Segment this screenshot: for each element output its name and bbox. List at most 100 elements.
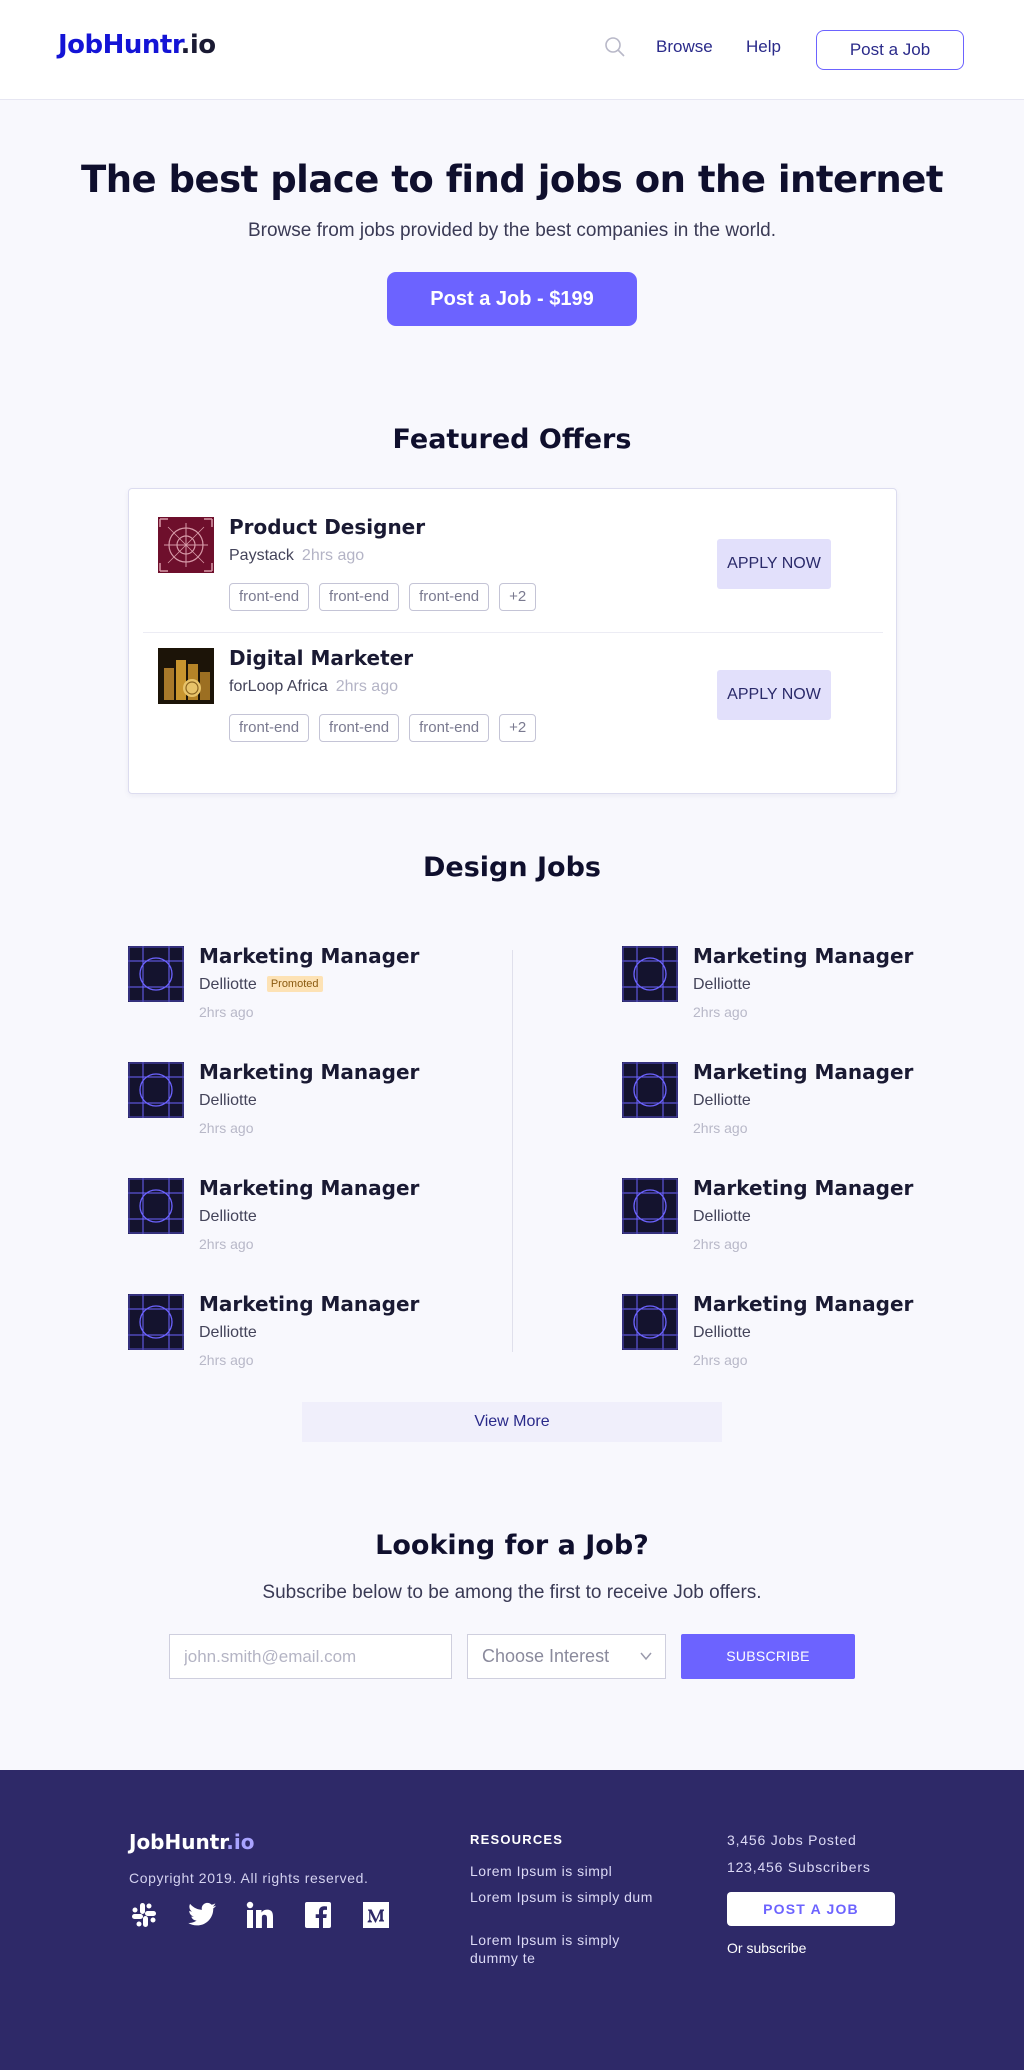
job-time: 2hrs ago [693, 1004, 748, 1020]
offer-time: 2hrs ago [335, 678, 398, 695]
slack-icon[interactable] [129, 1900, 159, 1930]
apply-now-button[interactable]: APPLY NOW [717, 670, 831, 720]
hero-post-job-button[interactable]: Post a Job - $199 [387, 272, 637, 326]
view-more-button[interactable]: View More [302, 1402, 722, 1442]
job-company-name: Delliotte [693, 1324, 751, 1341]
job-time: 2hrs ago [199, 1120, 254, 1136]
resource-link[interactable]: Lorem Ipsum is simply dum [470, 1888, 660, 1906]
job-time: 2hrs ago [199, 1236, 254, 1252]
paystack-logo [158, 517, 214, 573]
featured-offers-card: Product Designer Paystack 2hrs ago front-… [128, 488, 897, 794]
or-subscribe-link[interactable]: Or subscribe [727, 1940, 806, 1956]
logo-main: JobHuntr [58, 30, 181, 60]
job-time: 2hrs ago [199, 1352, 254, 1368]
jobs-posted-stat: 3,456 Jobs Posted [727, 1832, 857, 1848]
job-company-name: Delliotte [693, 1208, 751, 1225]
footer-post-job-button[interactable]: POST A JOB [727, 1892, 895, 1926]
job-company-name: Delliotte [693, 976, 751, 993]
tag[interactable]: front-end [229, 583, 310, 611]
job-company: Delliotte [693, 1324, 751, 1342]
job-listing[interactable]: Marketing Manager Delliotte 2hrs ago [128, 1176, 428, 1278]
nav-help-link[interactable]: Help [746, 37, 781, 57]
job-time: 2hrs ago [693, 1120, 748, 1136]
job-title[interactable]: Marketing Manager [199, 1292, 419, 1316]
site-footer: JobHuntr.io Copyright 2019. All rights r… [0, 1770, 1024, 2070]
job-listing[interactable]: Marketing Manager Delliotte 2hrs ago [128, 1292, 428, 1394]
tag[interactable]: front-end [409, 583, 490, 611]
tag[interactable]: front-end [229, 714, 310, 742]
company-logo [622, 1062, 678, 1118]
company-logo [128, 1294, 184, 1350]
company-logo [622, 946, 678, 1002]
chevron-down-icon [640, 1652, 652, 1661]
job-listing[interactable]: Marketing Manager Delliotte 2hrs ago [622, 1292, 922, 1394]
company-logo [622, 1294, 678, 1350]
job-company-name: Delliotte [199, 976, 257, 993]
job-title[interactable]: Marketing Manager [199, 1176, 419, 1200]
interest-select[interactable]: Choose Interest [467, 1634, 666, 1679]
job-listing[interactable]: Marketing Manager Delliotte 2hrs ago [622, 944, 922, 1046]
social-links [129, 1900, 391, 1930]
footer-logo[interactable]: JobHuntr.io [129, 1830, 255, 1854]
job-company: Delliotte [199, 1092, 257, 1110]
header-post-job-button[interactable]: Post a Job [816, 30, 964, 70]
copyright: Copyright 2019. All rights reserved. [129, 1870, 369, 1886]
tag[interactable]: front-end [409, 714, 490, 742]
offer-company-name: Paystack [229, 547, 294, 564]
company-logo [622, 1178, 678, 1234]
email-field[interactable] [169, 1634, 452, 1679]
job-company-name: Delliotte [199, 1092, 257, 1109]
subscribe-button[interactable]: SUBSCRIBE [681, 1634, 855, 1679]
search-icon[interactable] [604, 36, 626, 58]
apply-now-button[interactable]: APPLY NOW [717, 539, 831, 589]
tag[interactable]: front-end [319, 583, 400, 611]
offer-tags: front-end front-end front-end +2 [229, 714, 537, 742]
logo-suffix: .io [180, 30, 216, 60]
job-company: Delliotte [693, 1092, 751, 1110]
job-company-name: Delliotte [199, 1324, 257, 1341]
company-logo [128, 1178, 184, 1234]
column-divider [512, 950, 513, 1352]
interest-select-label: Choose Interest [482, 1646, 610, 1666]
job-time: 2hrs ago [693, 1352, 748, 1368]
job-title[interactable]: Marketing Manager [693, 1176, 913, 1200]
promoted-badge: Promoted [266, 976, 323, 992]
job-title[interactable]: Marketing Manager [693, 1292, 913, 1316]
subscribe-title: Looking for a Job? [375, 1530, 649, 1561]
offer-tags: front-end front-end front-end +2 [229, 583, 537, 611]
job-listing[interactable]: Marketing Manager Delliotte 2hrs ago [622, 1176, 922, 1278]
medium-icon[interactable] [361, 1900, 391, 1930]
linkedin-icon[interactable] [245, 1900, 275, 1930]
featured-offer: Digital Marketer forLoop Africa 2hrs ago … [129, 620, 898, 750]
hero-title: The best place to find jobs on the inter… [80, 158, 944, 201]
more-tags[interactable]: +2 [499, 714, 537, 742]
job-title[interactable]: Marketing Manager [693, 1060, 913, 1084]
job-listing[interactable]: Marketing Manager Delliotte 2hrs ago [622, 1060, 922, 1162]
job-time: 2hrs ago [199, 1004, 254, 1020]
offer-title[interactable]: Digital Marketer [229, 646, 413, 670]
job-title[interactable]: Marketing Manager [693, 944, 913, 968]
tag[interactable]: front-end [319, 714, 400, 742]
site-header: JobHuntr.io Browse Help Post a Job [0, 0, 1024, 100]
job-title[interactable]: Marketing Manager [199, 1060, 419, 1084]
twitter-icon[interactable] [187, 1900, 217, 1930]
footer-logo-main: JobHuntr [129, 1830, 227, 1854]
resource-link[interactable]: Lorem Ipsum is simply dummy te [470, 1931, 660, 1967]
hero-subtitle: Browse from jobs provided by the best co… [247, 220, 777, 241]
resources-title: RESOURCES [470, 1832, 564, 1847]
offer-company: Paystack 2hrs ago [229, 547, 364, 565]
job-company-name: Delliotte [199, 1208, 257, 1225]
job-listing[interactable]: Marketing Manager Delliotte 2hrs ago [128, 1060, 428, 1162]
more-tags[interactable]: +2 [499, 583, 537, 611]
site-logo[interactable]: JobHuntr.io [58, 30, 216, 60]
job-title[interactable]: Marketing Manager [199, 944, 419, 968]
footer-logo-suffix: .io [226, 1830, 255, 1854]
job-listing[interactable]: Marketing Manager Delliotte Promoted 2hrs a… [128, 944, 428, 1046]
subscribe-text: Subscribe below to be among the first to… [262, 1582, 762, 1603]
offer-title[interactable]: Product Designer [229, 515, 425, 539]
resource-link[interactable]: Lorem Ipsum is simpl [470, 1862, 660, 1880]
nav-browse-link[interactable]: Browse [656, 37, 713, 57]
job-company: Delliotte [693, 976, 751, 994]
facebook-icon[interactable] [303, 1900, 333, 1930]
company-logo [128, 1062, 184, 1118]
